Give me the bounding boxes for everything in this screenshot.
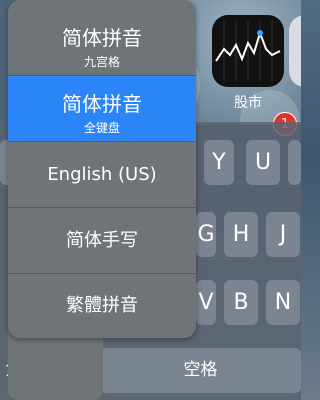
- stocks-app-label: 股市: [234, 95, 262, 111]
- key-u[interactable]: U: [246, 140, 280, 185]
- key-y[interactable]: Y: [204, 140, 234, 185]
- menu-item-title: 简体拼音: [62, 92, 142, 116]
- menu-item-pinyin-full[interactable]: 简体拼音 全键盘: [8, 76, 196, 142]
- input-menu-tail: [8, 330, 103, 400]
- menu-item-title: 简体手写: [66, 230, 138, 251]
- menu-item-handwriting[interactable]: 简体手写: [8, 208, 196, 274]
- menu-item-pinyin-9key[interactable]: 简体拼音 九宫格: [8, 0, 196, 76]
- stocks-app-icon[interactable]: [212, 15, 284, 87]
- menu-item-english-us[interactable]: English (US): [8, 142, 196, 208]
- key-h[interactable]: H: [224, 212, 258, 257]
- input-method-menu: 简体拼音 九宫格 简体拼音 全键盘 English (US) 简体手写 繁體拼音: [8, 0, 196, 338]
- menu-item-subtitle: 全键盘: [83, 121, 120, 135]
- menu-item-traditional-pinyin[interactable]: 繁體拼音: [8, 274, 196, 338]
- menu-item-subtitle: 九宫格: [83, 55, 120, 69]
- key-v[interactable]: V: [196, 280, 216, 325]
- app-icon[interactable]: [289, 15, 301, 87]
- menu-item-title: 繁體拼音: [66, 295, 138, 316]
- key-n[interactable]: N: [266, 280, 300, 325]
- space-key[interactable]: 空格: [100, 348, 301, 393]
- key-b[interactable]: B: [224, 280, 258, 325]
- menu-item-title: English (US): [47, 164, 157, 185]
- menu-item-title: 简体拼音: [62, 26, 142, 50]
- stocks-chart-icon: [215, 21, 281, 81]
- key-i[interactable]: [288, 140, 301, 185]
- key-j[interactable]: J: [266, 212, 300, 257]
- key-g[interactable]: G: [196, 212, 216, 257]
